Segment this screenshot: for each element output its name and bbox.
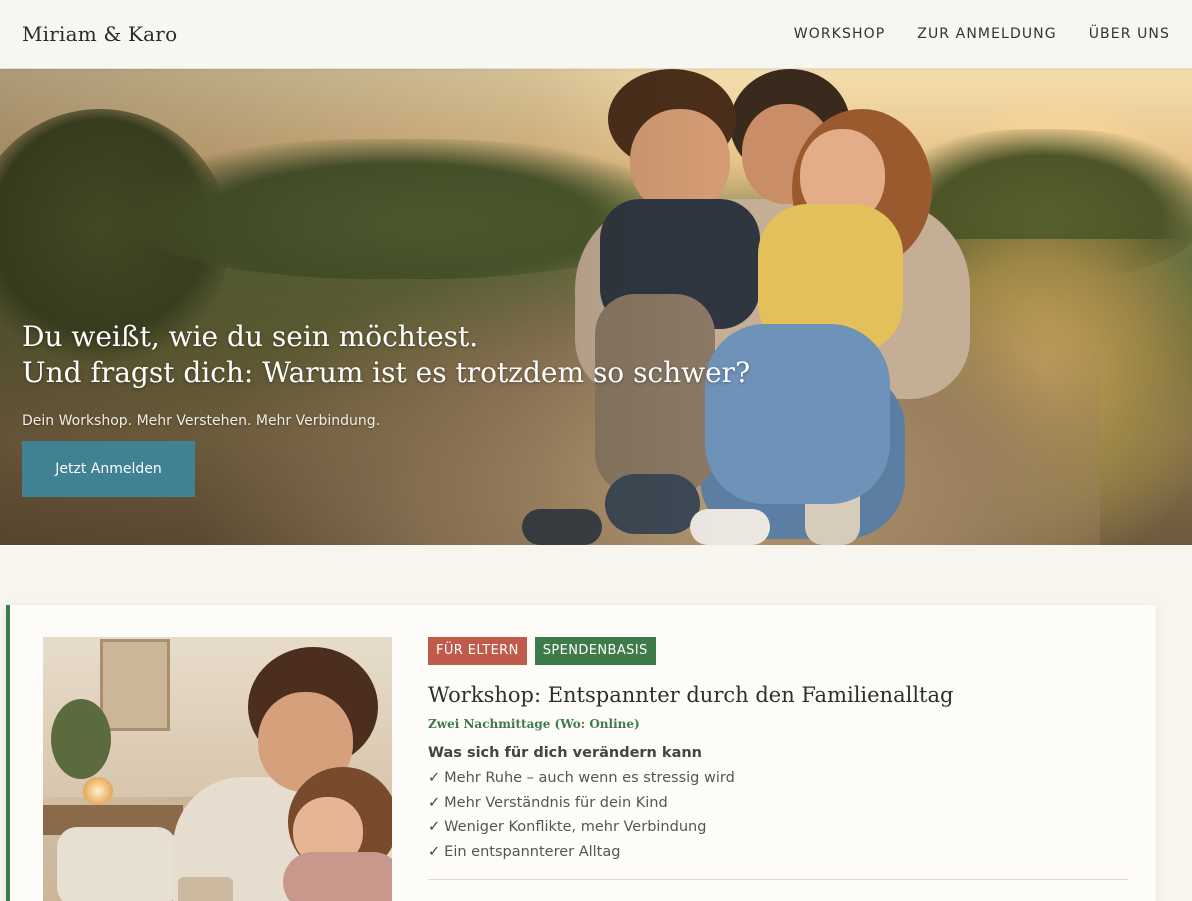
brand-logo[interactable]: Miriam & Karo [22,22,177,46]
image-picture-frame [100,639,170,731]
tag-donation-based: SPENDENBASIS [534,637,656,665]
image-girl-shirt [283,852,392,901]
image-sofa [57,827,177,901]
benefit-text: Weniger Konflikte, mehr Verbindung [444,819,707,835]
hero-content: Du weißt, wie du sein möchtest. Und frag… [22,319,782,497]
hero-subtitle: Dein Workshop. Mehr Verstehen. Mehr Verb… [22,413,381,429]
benefit-text: Mehr Ruhe – auch wenn es stressig wird [444,770,735,786]
list-item: ✓ Weniger Konflikte, mehr Verbindung [428,815,1128,840]
list-item: ✓ Mehr Verständnis für dein Kind [428,791,1128,816]
divider [428,879,1128,880]
check-icon: ✓ [428,819,441,835]
hero-title: Du weißt, wie du sein möchtest. Und frag… [22,319,782,391]
benefits-list: ✓ Mehr Ruhe – auch wenn es stressig wird … [428,766,1128,864]
workshop-schedule: Zwei Nachmittage (Wo: Online) [428,717,640,731]
image-mug [178,877,233,901]
tag-for-parents: FÜR ELTERN [428,637,527,665]
image-plant [51,699,111,779]
hero-section: Du weißt, wie du sein möchtest. Und frag… [0,69,1192,545]
list-item: ✓ Ein entspannterer Alltag [428,840,1128,865]
benefit-text: Mehr Verständnis für dein Kind [444,794,668,811]
workshop-details: FÜR ELTERN SPENDENBASIS Workshop: Entspa… [428,637,1128,880]
nav-link-workshop[interactable]: WORKSHOP [794,26,885,42]
workshop-title: Workshop: Entspannter durch den Familien… [428,683,954,707]
image-lamp [83,777,113,805]
hero-title-line-2: Und fragst dich: Warum ist es trotzdem s… [22,356,751,389]
benefits-heading: Was sich für dich verändern kann [428,745,703,761]
workshop-card: FÜR ELTERN SPENDENBASIS Workshop: Entspa… [6,605,1156,901]
check-icon: ✓ [428,843,441,860]
nav-link-registration[interactable]: ZUR ANMELDUNG [917,26,1056,42]
site-header: Miriam & Karo WORKSHOP ZUR ANMELDUNG ÜBE… [0,0,1192,69]
check-icon: ✓ [428,770,441,786]
register-now-button[interactable]: Jetzt Anmelden [22,441,195,497]
benefit-text: Ein entspannterer Alltag [444,843,621,860]
list-item: ✓ Mehr Ruhe – auch wenn es stressig wird [428,766,1128,791]
nav-link-about[interactable]: ÜBER UNS [1089,26,1170,42]
tag-list: FÜR ELTERN SPENDENBASIS [428,637,1128,665]
workshop-image [43,637,392,901]
check-icon: ✓ [428,794,441,811]
main-nav: WORKSHOP ZUR ANMELDUNG ÜBER UNS [794,26,1170,42]
hero-title-line-1: Du weißt, wie du sein möchtest. [22,320,479,353]
